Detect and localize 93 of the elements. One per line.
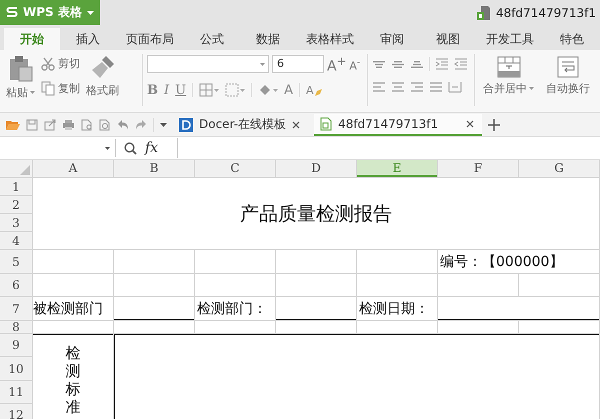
row-header[interactable]: 6 [0,274,32,296]
report-title: 产品质量检测报告 [33,178,599,249]
spreadsheet-file-icon [320,116,332,130]
select-all-corner[interactable] [0,160,32,177]
row-header[interactable]: 5 [0,250,32,273]
row-header[interactable]: 11 [0,381,32,403]
shrink-font-button[interactable]: A$^{-}$ [349,56,360,72]
ribbon-tab[interactable]: 数据 [240,28,296,50]
table-cell: 被检测部门 [33,297,113,320]
ribbon-tab[interactable]: 特色 [544,28,600,50]
vertical-align-icon [410,60,424,68]
cell-style-icon [225,83,246,98]
row-header[interactable]: 10 [0,357,32,380]
zoom-icon[interactable] [124,142,137,154]
caret-icon [105,146,110,150]
merge-center-button[interactable]: 合并居中 [483,81,534,96]
font-size-field[interactable]: 6 [272,55,324,74]
scissors-icon [41,56,55,70]
row-header[interactable]: 7 [0,297,32,320]
brush-icon [90,54,116,80]
ribbon-tab[interactable]: 审阅 [364,28,420,50]
copy-icon [41,81,55,96]
row-header[interactable]: 3 [0,214,32,231]
row-header[interactable]: 1 [0,178,32,195]
caret-icon [529,87,534,90]
text-align-icon [391,81,405,93]
table-cell: 检测部门： [195,297,275,320]
row-header[interactable]: 4 [0,232,32,249]
close-icon[interactable] [292,120,300,128]
save-icon[interactable] [26,118,38,130]
column-header[interactable]: B [114,160,194,177]
ribbon-tab[interactable]: 插入 [60,28,116,50]
undo-icon[interactable] [117,120,129,130]
highlighter-icon [314,88,323,97]
print-icon[interactable] [62,118,75,130]
indent-icon [454,58,468,70]
caret-icon [87,10,94,14]
preview-icon[interactable] [99,118,111,130]
column-header[interactable]: C [195,160,275,177]
paint-bucket-icon [258,83,278,98]
print-preview-icon[interactable] [81,118,93,130]
redo-icon[interactable] [135,120,147,130]
column-header[interactable]: A [33,160,113,177]
row-header[interactable]: 2 [0,196,32,213]
ribbon-tab[interactable]: 公式 [184,28,240,50]
ribbon-tab[interactable]: 视图 [420,28,476,50]
ribbon-tab[interactable]: 页面布局 [116,28,184,50]
docer-logo-icon [179,118,193,132]
close-icon[interactable] [466,120,474,128]
font-name-field[interactable] [147,55,269,74]
row-header[interactable]: 12 [0,404,32,419]
ribbon-tab[interactable]: 表格样式 [296,28,364,50]
vertical-align-icon [391,60,405,68]
clipboard-icon [8,54,34,82]
corner-triangle-icon [20,165,30,175]
wrap-text-button[interactable]: 自动换行 [546,81,590,96]
borders-icon [199,83,220,98]
vertical-label: 检测标准 [66,344,80,416]
vertical-align-icon [372,60,386,68]
caret-icon [30,91,35,94]
document-tab[interactable]: 48fd71479713f1 [314,114,482,136]
caret-icon [260,62,265,66]
cut-button[interactable]: 剪切 [41,56,80,71]
wrap-text-icon [557,56,579,78]
serial-number: 编号：【000000】 [438,250,599,273]
grow-font-button[interactable]: A$^{+}$ [327,54,346,75]
row-header[interactable]: 9 [0,334,32,356]
format-painter-button[interactable]: 格式刷 [86,83,119,98]
indent-icon [435,58,449,70]
ribbon-tab[interactable]: 开发工具 [476,28,544,50]
plus-icon[interactable] [488,118,500,130]
distribute-icon [448,81,462,93]
column-header[interactable]: D [276,160,356,177]
column-header[interactable]: G [519,160,599,177]
spreadsheet-file-icon [476,4,491,20]
row-header[interactable]: 8 [0,321,32,333]
document-tab[interactable]: Docer-在线模板 [173,114,308,136]
logo-icon [6,6,18,19]
document-title: 48fd71479713f1 [496,6,596,20]
ribbon-tab[interactable]: 开始 [4,28,60,50]
text-align-icon [372,81,386,93]
export-icon[interactable] [44,118,56,130]
paste-button[interactable]: 粘贴 [6,85,35,100]
function-button[interactable]: fx [145,140,169,156]
folder-icon[interactable] [6,118,20,130]
table-cell: 检测日期： [357,297,437,320]
caret-icon[interactable] [160,122,167,126]
app-name: WPS 表格 [23,4,82,21]
text-align-icon [429,81,443,93]
text-align-icon [410,81,424,93]
copy-button[interactable]: 复制 [41,81,80,96]
column-header[interactable]: F [438,160,518,177]
merge-cells-icon [496,56,520,78]
